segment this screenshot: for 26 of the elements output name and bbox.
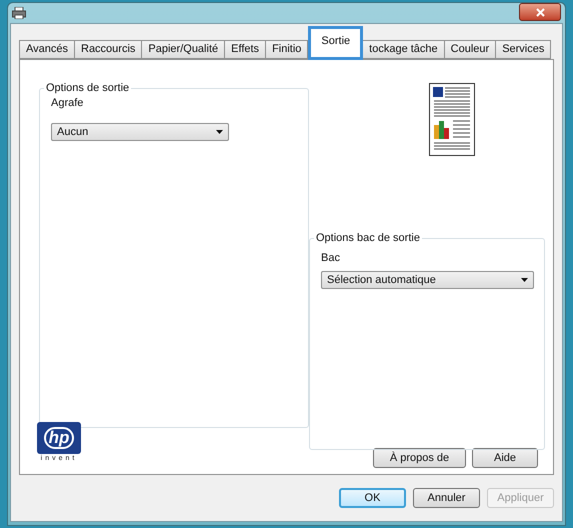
group-legend: Options bac de sortie: [314, 232, 422, 244]
tab[interactable]: Papier/Qualité: [141, 40, 226, 59]
button[interactable]: OK: [339, 488, 406, 508]
dropdown-arrow-icon: [521, 278, 528, 282]
tab[interactable]: Sortie: [308, 26, 364, 60]
printer-icon: [12, 7, 26, 19]
staple-dropdown[interactable]: Aucun: [51, 123, 229, 141]
tab[interactable]: Services: [495, 40, 552, 59]
tab[interactable]: Couleur: [444, 40, 496, 59]
tab[interactable]: Avancés: [19, 40, 75, 59]
button[interactable]: À propos de: [373, 448, 466, 468]
document-preview-icon: [429, 83, 475, 156]
group-legend: Options de sortie: [44, 82, 132, 94]
logo-mark: hp: [44, 427, 74, 449]
close-button[interactable]: [519, 3, 561, 21]
tab[interactable]: Raccourcis: [74, 40, 142, 59]
tab[interactable]: tockage tâche: [362, 40, 445, 59]
close-icon: [536, 8, 544, 16]
dropdown-arrow-icon: [216, 130, 223, 134]
tab[interactable]: Finitio: [265, 40, 308, 59]
field-label: Bac: [321, 252, 341, 264]
button[interactable]: Aide: [472, 448, 538, 468]
tab[interactable]: Effets: [224, 40, 266, 59]
button[interactable]: Annuler: [413, 488, 480, 508]
field-label: Agrafe: [51, 97, 84, 109]
tray-dropdown[interactable]: Sélection automatique: [321, 271, 534, 289]
